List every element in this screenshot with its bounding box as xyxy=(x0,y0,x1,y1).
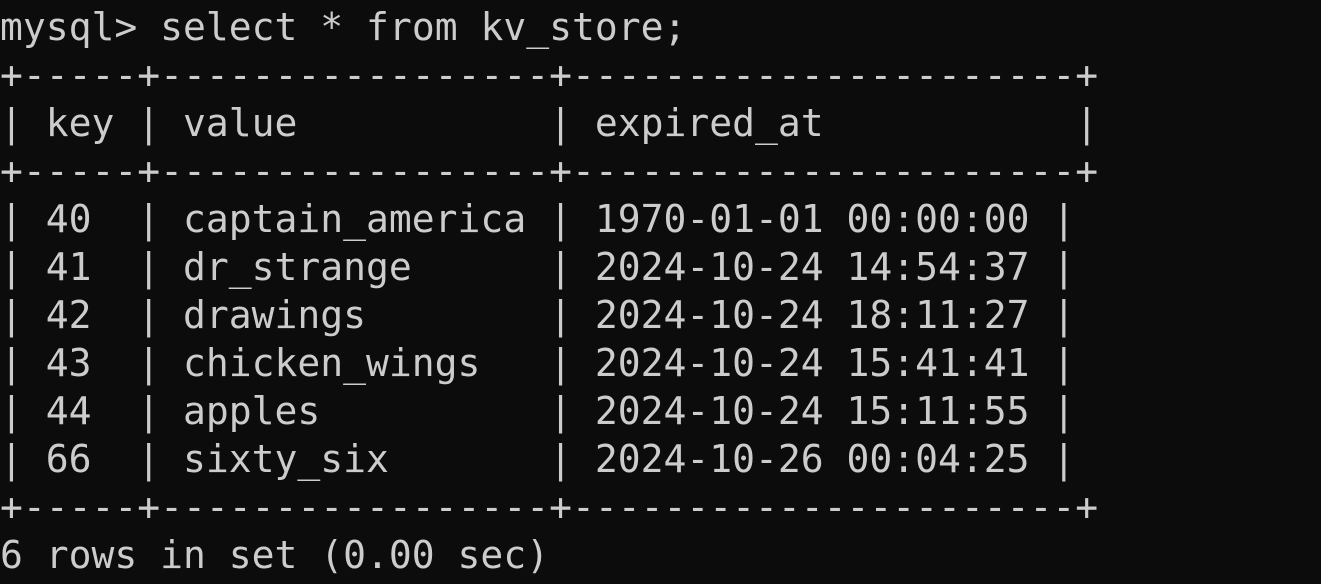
table-border-header: +-----+-----------------+---------------… xyxy=(0,149,1099,193)
table-row: | 40 | captain_america | 1970-01-01 00:0… xyxy=(0,197,1076,241)
terminal-window[interactable]: mysql> select * from kv_store; +-----+--… xyxy=(0,0,1321,584)
mysql-prompt: mysql> xyxy=(0,5,161,49)
table-row: | 66 | sixty_six | 2024-10-26 00:04:25 | xyxy=(0,437,1076,481)
table-row: | 41 | dr_strange | 2024-10-24 14:54:37 … xyxy=(0,245,1076,289)
table-border-top: +-----+-----------------+---------------… xyxy=(0,53,1099,97)
command-line: mysql> select * from kv_store; xyxy=(0,3,1321,51)
table-header-row: | key | value | expired_at | xyxy=(0,101,1099,145)
sql-command: select * from kv_store; xyxy=(160,5,687,49)
table-row: | 44 | apples | 2024-10-24 15:11:55 | xyxy=(0,389,1076,433)
table-row: | 43 | chicken_wings | 2024-10-24 15:41:… xyxy=(0,341,1076,385)
result-summary: 6 rows in set (0.00 sec) xyxy=(0,533,550,577)
table-border-bottom: +-----+-----------------+---------------… xyxy=(0,485,1099,529)
table-row: | 42 | drawings | 2024-10-24 18:11:27 | xyxy=(0,293,1076,337)
